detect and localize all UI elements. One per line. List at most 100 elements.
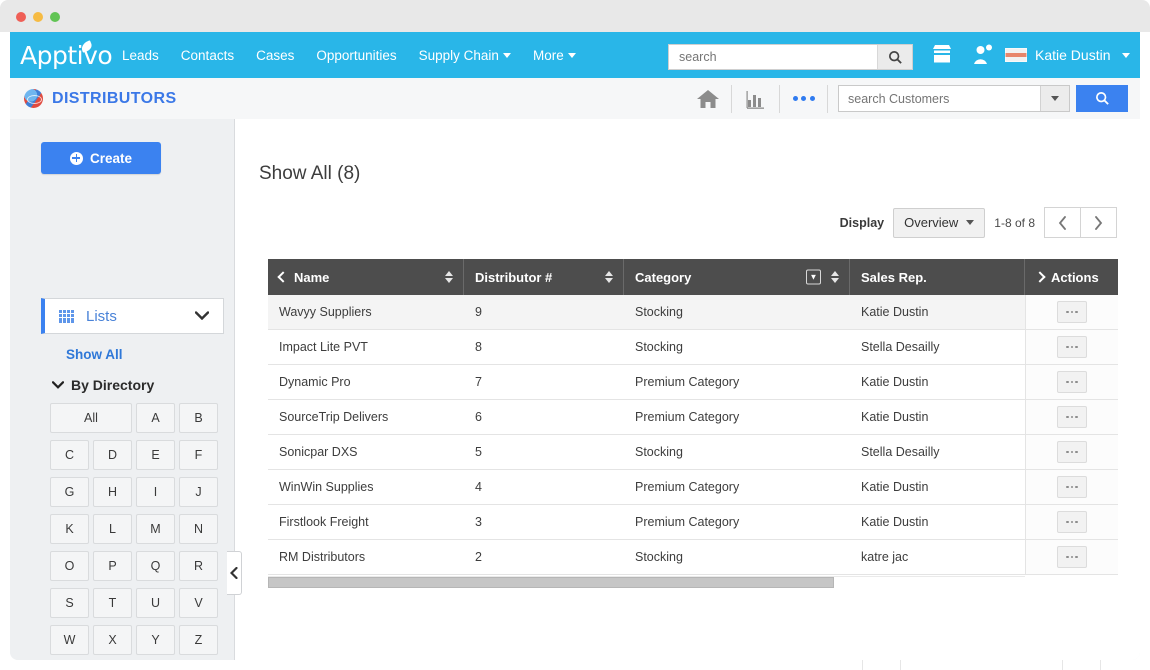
sidebar-show-all-link[interactable]: Show All <box>66 347 123 362</box>
previous-page-button[interactable] <box>1044 207 1081 238</box>
table-row[interactable]: Firstlook Freight 3 Premium Category Kat… <box>268 505 1118 540</box>
directory-filter-e[interactable]: E <box>136 440 175 470</box>
nav-item-leads[interactable]: Leads <box>122 48 159 63</box>
nav-item-more[interactable]: More <box>533 48 576 63</box>
table-row[interactable]: Sonicpar DXS 5 Stocking Stella Desailly <box>268 435 1118 470</box>
globe-icon <box>24 89 43 108</box>
table-row[interactable]: SourceTrip Delivers 6 Premium Category K… <box>268 400 1118 435</box>
sidebar-item-lists[interactable]: Lists <box>41 298 224 334</box>
close-window-button[interactable] <box>16 12 26 22</box>
apptivo-logo[interactable]: Apptivo <box>20 41 112 70</box>
directory-filter-v[interactable]: V <box>179 588 218 618</box>
zoom-window-button[interactable] <box>50 12 60 22</box>
column-header-actions[interactable]: Actions <box>1025 259 1118 295</box>
customer-search-dropdown-button[interactable] <box>1040 86 1069 111</box>
directory-filter-i[interactable]: I <box>136 477 175 507</box>
bar-chart-icon <box>745 88 767 110</box>
row-actions-button[interactable] <box>1057 441 1087 463</box>
row-actions-button[interactable] <box>1057 371 1087 393</box>
list-title: Show All (8) <box>259 163 360 185</box>
scrollbar-thumb[interactable] <box>268 577 834 588</box>
directory-filter-b[interactable]: B <box>179 403 218 433</box>
row-actions-button[interactable] <box>1057 336 1087 358</box>
column-header-sales-rep[interactable]: Sales Rep. <box>850 259 1025 295</box>
table-horizontal-scrollbar[interactable] <box>268 576 1025 588</box>
cell-actions <box>1025 540 1118 574</box>
nav-item-cases[interactable]: Cases <box>256 48 294 63</box>
marketplace-button[interactable] <box>931 44 953 69</box>
directory-filter-m[interactable]: M <box>136 514 175 544</box>
store-icon <box>931 44 953 64</box>
cell-category: Stocking <box>624 295 850 329</box>
app-title-tab[interactable]: DISTRIBUTORS <box>10 78 195 119</box>
global-search-input[interactable] <box>669 45 877 69</box>
directory-filter-all[interactable]: All <box>50 403 132 433</box>
directory-filter-p[interactable]: P <box>93 551 132 581</box>
row-actions-button[interactable] <box>1057 301 1087 323</box>
cell-distributor-number: 4 <box>464 470 624 504</box>
create-button[interactable]: Create <box>41 142 161 174</box>
directory-filter-k[interactable]: K <box>50 514 89 544</box>
column-header-name[interactable]: Name <box>268 259 464 295</box>
cell-actions <box>1025 435 1118 469</box>
table-row[interactable]: RM Distributors 2 Stocking katre jac <box>268 540 1118 575</box>
flag-icon <box>1005 48 1027 62</box>
row-actions-button[interactable] <box>1057 546 1087 568</box>
minimize-window-button[interactable] <box>33 12 43 22</box>
customer-search-submit-button[interactable] <box>1076 85 1128 112</box>
row-actions-button[interactable] <box>1057 511 1087 533</box>
directory-filter-r[interactable]: R <box>179 551 218 581</box>
sidebar-section-label: By Directory <box>71 377 154 393</box>
sidebar-item-label: Lists <box>86 308 117 325</box>
directory-filter-j[interactable]: J <box>179 477 218 507</box>
directory-filter-c[interactable]: C <box>50 440 89 470</box>
directory-filter-u[interactable]: U <box>136 588 175 618</box>
table-row[interactable]: WinWin Supplies 4 Premium Category Katie… <box>268 470 1118 505</box>
directory-filter-y[interactable]: Y <box>136 625 175 655</box>
directory-filter-t[interactable]: T <box>93 588 132 618</box>
chevron-right-icon <box>1094 216 1103 230</box>
row-actions-button[interactable] <box>1057 476 1087 498</box>
directory-filter-a[interactable]: A <box>136 403 175 433</box>
table-row[interactable]: Wavyy Suppliers 9 Stocking Katie Dustin <box>268 295 1118 330</box>
display-mode-select[interactable]: Overview <box>893 208 985 238</box>
directory-filter-h[interactable]: H <box>93 477 132 507</box>
pagination-range-label: 1-8 of 8 <box>994 216 1035 230</box>
directory-filter-x[interactable]: X <box>93 625 132 655</box>
directory-filter-q[interactable]: Q <box>136 551 175 581</box>
directory-filter-n[interactable]: N <box>179 514 218 544</box>
global-search-button[interactable] <box>877 45 912 69</box>
directory-filter-l[interactable]: L <box>93 514 132 544</box>
more-options-button[interactable] <box>780 78 827 119</box>
directory-filter-w[interactable]: W <box>50 625 89 655</box>
nav-item-opportunities[interactable]: Opportunities <box>316 48 396 63</box>
column-header-distributor-number[interactable]: Distributor # <box>464 259 624 295</box>
directory-filter-d[interactable]: D <box>93 440 132 470</box>
directory-filter-s[interactable]: S <box>50 588 89 618</box>
nav-item-contacts[interactable]: Contacts <box>181 48 234 63</box>
distributors-table: Name Distributor # Category ▼ <box>268 259 1118 588</box>
directory-filter-z[interactable]: Z <box>179 625 218 655</box>
home-button[interactable] <box>684 78 731 119</box>
table-row[interactable]: Dynamic Pro 7 Premium Category Katie Dus… <box>268 365 1118 400</box>
chevron-down-icon <box>568 53 576 58</box>
table-row[interactable]: Impact Lite PVT 8 Stocking Stella Desail… <box>268 330 1118 365</box>
directory-filter-o[interactable]: O <box>50 551 89 581</box>
directory-filter-f[interactable]: F <box>179 440 218 470</box>
row-actions-button[interactable] <box>1057 406 1087 428</box>
column-header-category[interactable]: Category ▼ <box>624 259 850 295</box>
primary-nav-links: Leads Contacts Cases Opportunities Suppl… <box>122 32 576 78</box>
chevron-left-icon <box>1058 216 1067 230</box>
directory-filter-g[interactable]: G <box>50 477 89 507</box>
filter-icon[interactable]: ▼ <box>806 270 821 285</box>
chevron-down-icon <box>195 307 209 325</box>
user-menu[interactable]: Katie Dustin <box>1005 32 1130 78</box>
nav-item-supply-chain[interactable]: Supply Chain <box>419 48 511 63</box>
next-page-button[interactable] <box>1081 207 1117 238</box>
sidebar-section-by-directory[interactable]: By Directory <box>52 377 154 393</box>
account-button[interactable] <box>972 44 994 70</box>
reports-button[interactable] <box>732 78 779 119</box>
sidebar-collapse-handle[interactable] <box>227 551 242 595</box>
customer-search-input[interactable] <box>839 86 1040 111</box>
cell-actions <box>1025 295 1118 329</box>
